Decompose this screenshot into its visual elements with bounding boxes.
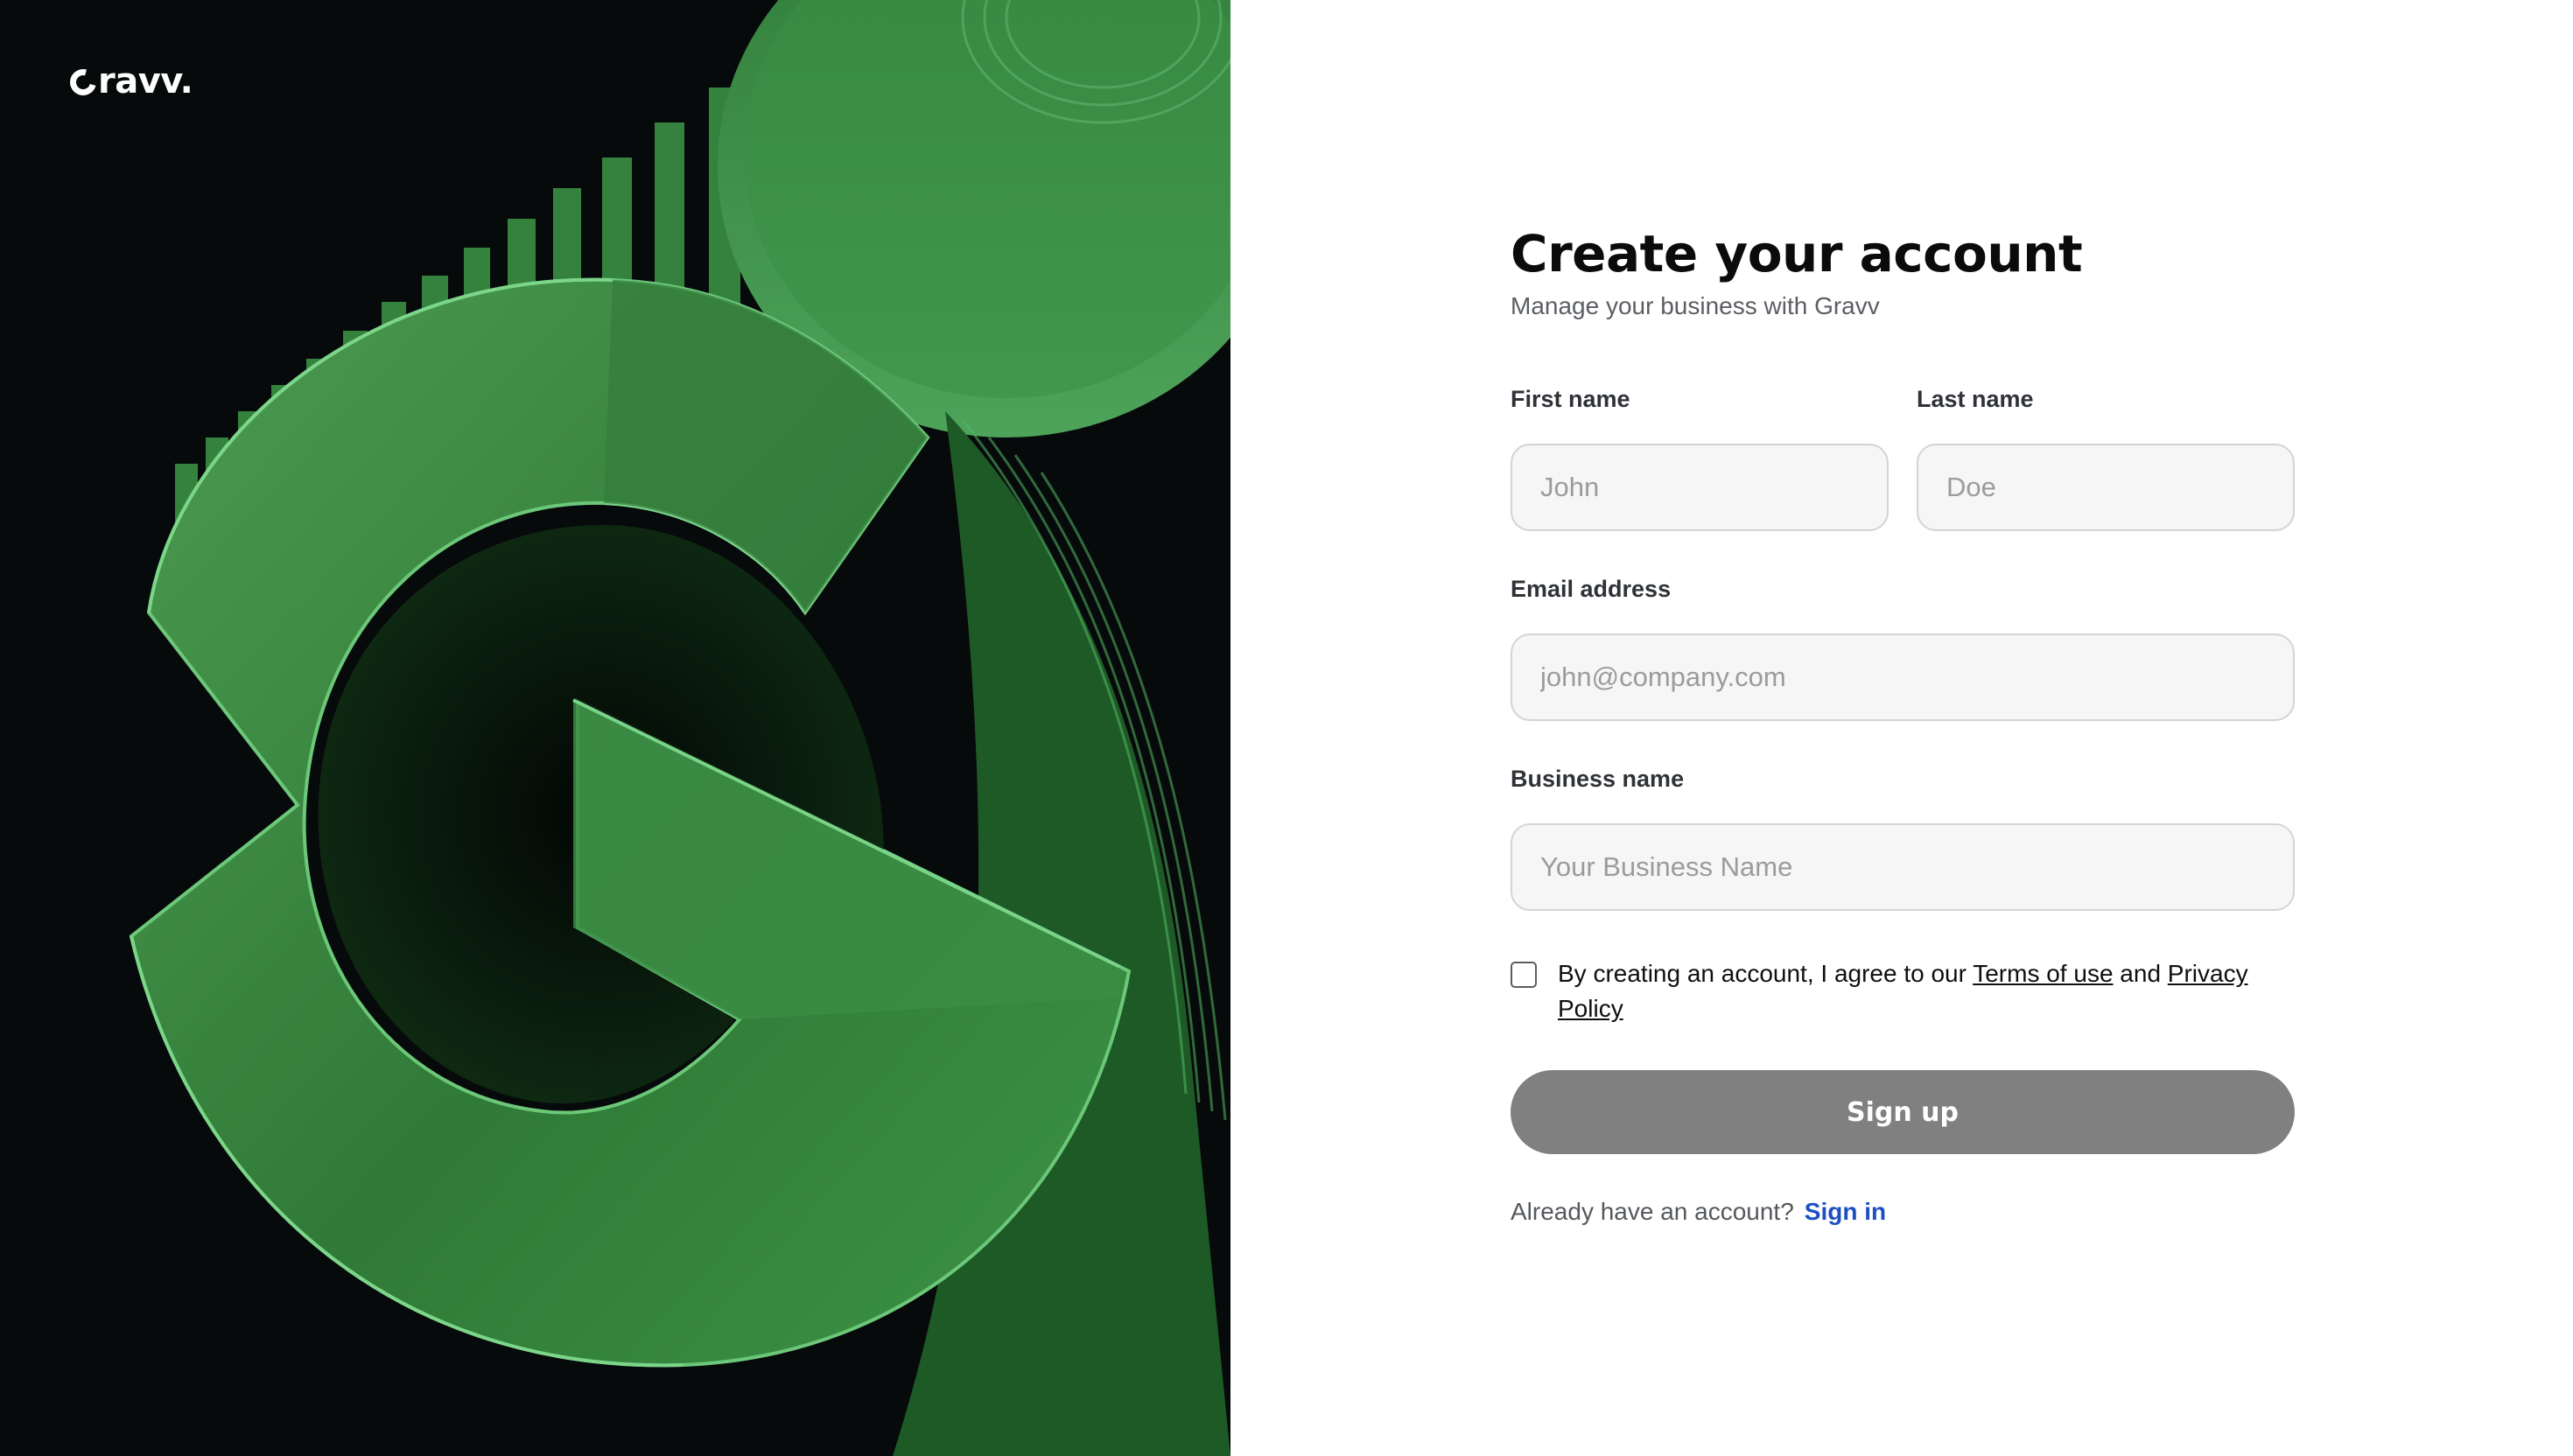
email-label: Email address (1511, 576, 1672, 602)
last-name-input[interactable] (1917, 444, 2295, 531)
terms-of-use-link[interactable]: Terms of use (1973, 960, 2113, 987)
logo-g-icon (65, 64, 102, 101)
brand-logo[interactable]: ravv. (65, 61, 193, 102)
email-group: Email address (1511, 573, 2295, 721)
last-name-group: Last name (1917, 383, 2295, 531)
business-name-input[interactable] (1511, 823, 2295, 911)
email-input[interactable] (1511, 634, 2295, 721)
gravv-g-artwork (0, 0, 1230, 1456)
business-name-label: Business name (1511, 766, 1685, 792)
sign-up-button[interactable]: Sign up (1511, 1070, 2295, 1154)
terms-checkbox[interactable] (1511, 962, 1537, 988)
business-group: Business name (1511, 763, 2295, 911)
signup-form: Create your account Manage your business… (1511, 219, 2295, 1228)
name-row: First name Last name (1511, 383, 2295, 531)
first-name-label: First name (1511, 386, 1630, 412)
last-name-label: Last name (1917, 386, 2034, 412)
signup-page: ravv. Create your account Manage your bu… (0, 0, 2573, 1456)
brand-logo-text: ravv. (98, 61, 193, 102)
sign-in-link[interactable]: Sign in (1805, 1198, 1886, 1225)
page-title: Create your account (1511, 224, 2083, 284)
terms-consent: By creating an account, I agree to our T… (1511, 956, 2295, 1026)
consent-prefix: By creating an account, I agree to our (1558, 960, 1967, 987)
page-subtitle: Manage your business with Gravv (1511, 292, 1880, 319)
signin-prompt: Already have an account? (1511, 1198, 1794, 1225)
hero-artwork-panel: ravv. (0, 0, 1230, 1456)
first-name-input[interactable] (1511, 444, 1889, 531)
signin-prompt-row: Already have an account? Sign in (1511, 1196, 2295, 1228)
form-panel: Create your account Manage your business… (1230, 0, 2573, 1456)
consent-and: and (2120, 960, 2162, 987)
consent-text: By creating an account, I agree to our T… (1558, 956, 2295, 1026)
first-name-group: First name (1511, 383, 1889, 531)
